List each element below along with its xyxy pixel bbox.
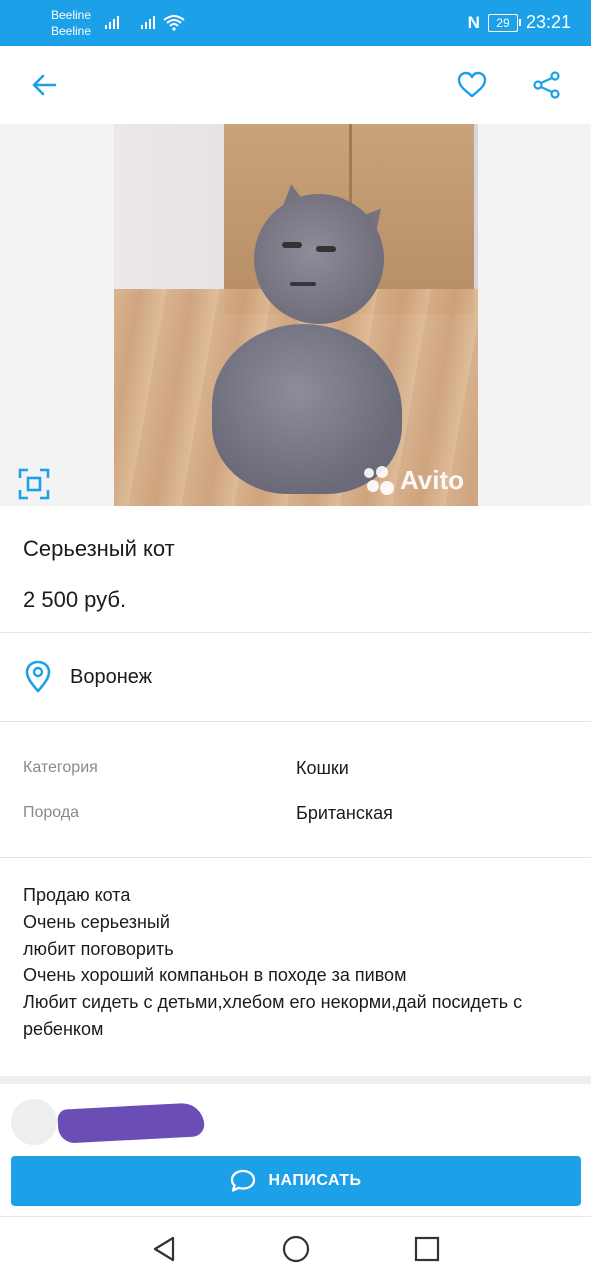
cat-head bbox=[254, 194, 384, 324]
system-nav-bar bbox=[0, 1216, 591, 1281]
signal-icon bbox=[105, 16, 119, 29]
listing-title: Серьезный кот bbox=[23, 536, 175, 561]
description-line: любит поговорить bbox=[23, 938, 174, 959]
param-value-breed: Британская bbox=[296, 803, 393, 823]
map-pin-icon bbox=[25, 660, 51, 693]
photo-gallery[interactable]: Avito bbox=[0, 124, 591, 506]
write-message-label: НАПИСАТЬ bbox=[268, 1172, 362, 1189]
fullscreen-button[interactable] bbox=[18, 468, 50, 500]
share-icon bbox=[533, 71, 560, 99]
description-line: Очень хороший компаньон в походе за пиво… bbox=[23, 965, 407, 986]
share-button[interactable] bbox=[527, 65, 567, 105]
clock: 23:21 bbox=[525, 12, 571, 32]
avito-watermark: Avito bbox=[363, 465, 464, 496]
cat-eye-right bbox=[316, 246, 336, 252]
param-value-category: Кошки bbox=[296, 758, 349, 778]
param-label-breed: Порода bbox=[23, 804, 80, 821]
seller-avatar[interactable] bbox=[11, 1099, 57, 1145]
triangle-back-icon bbox=[153, 1236, 175, 1262]
description-line: Очень серьезный bbox=[23, 911, 170, 932]
param-label-category: Категория bbox=[23, 759, 98, 776]
carrier-2: Beeline bbox=[51, 24, 92, 38]
seller-name-redacted[interactable] bbox=[57, 1102, 205, 1144]
square-recents-icon bbox=[414, 1236, 440, 1262]
listing-price: 2 500 руб. bbox=[23, 587, 127, 612]
fullscreen-icon bbox=[18, 468, 50, 500]
chat-bubble-icon bbox=[231, 1169, 256, 1192]
app-bar bbox=[0, 46, 591, 124]
divider bbox=[0, 857, 591, 858]
carrier-1: Beeline bbox=[51, 8, 92, 22]
heart-icon bbox=[457, 71, 487, 98]
back-button[interactable] bbox=[24, 65, 64, 105]
location-row[interactable]: Воронеж bbox=[0, 633, 591, 721]
nav-home-button[interactable] bbox=[280, 1233, 312, 1265]
location-text: Воронеж bbox=[70, 666, 153, 688]
carrier-names: Beeline Beeline bbox=[51, 7, 91, 39]
wifi-icon bbox=[163, 15, 185, 31]
status-bar: Beeline Beeline N 29 23:21 bbox=[0, 0, 591, 46]
status-right: N 29 23:21 bbox=[468, 12, 571, 33]
cat-eye-left bbox=[282, 242, 302, 248]
nav-back-button[interactable] bbox=[148, 1233, 180, 1265]
nfc-icon: N bbox=[467, 12, 480, 32]
cat-mouth bbox=[290, 282, 316, 286]
section-separator bbox=[0, 1076, 591, 1084]
avito-logo-icon bbox=[363, 465, 394, 496]
arrow-left-icon bbox=[32, 74, 57, 96]
write-message-button[interactable]: НАПИСАТЬ bbox=[11, 1156, 581, 1206]
listing-description: Продаю кота Очень серьезный любит погово… bbox=[23, 882, 568, 1043]
signal-icon-2 bbox=[141, 16, 155, 29]
battery-indicator: 29 bbox=[487, 13, 521, 32]
divider bbox=[0, 721, 591, 722]
avito-watermark-text: Avito bbox=[399, 465, 464, 495]
listing-photo[interactable]: Avito bbox=[114, 124, 478, 506]
nav-recents-button[interactable] bbox=[411, 1233, 443, 1265]
favorite-button[interactable] bbox=[452, 65, 492, 105]
description-line: Любит сидеть с детьми,хлебом его некорми… bbox=[23, 992, 523, 1039]
description-line: Продаю кота bbox=[23, 885, 131, 905]
circle-home-icon bbox=[282, 1235, 310, 1263]
